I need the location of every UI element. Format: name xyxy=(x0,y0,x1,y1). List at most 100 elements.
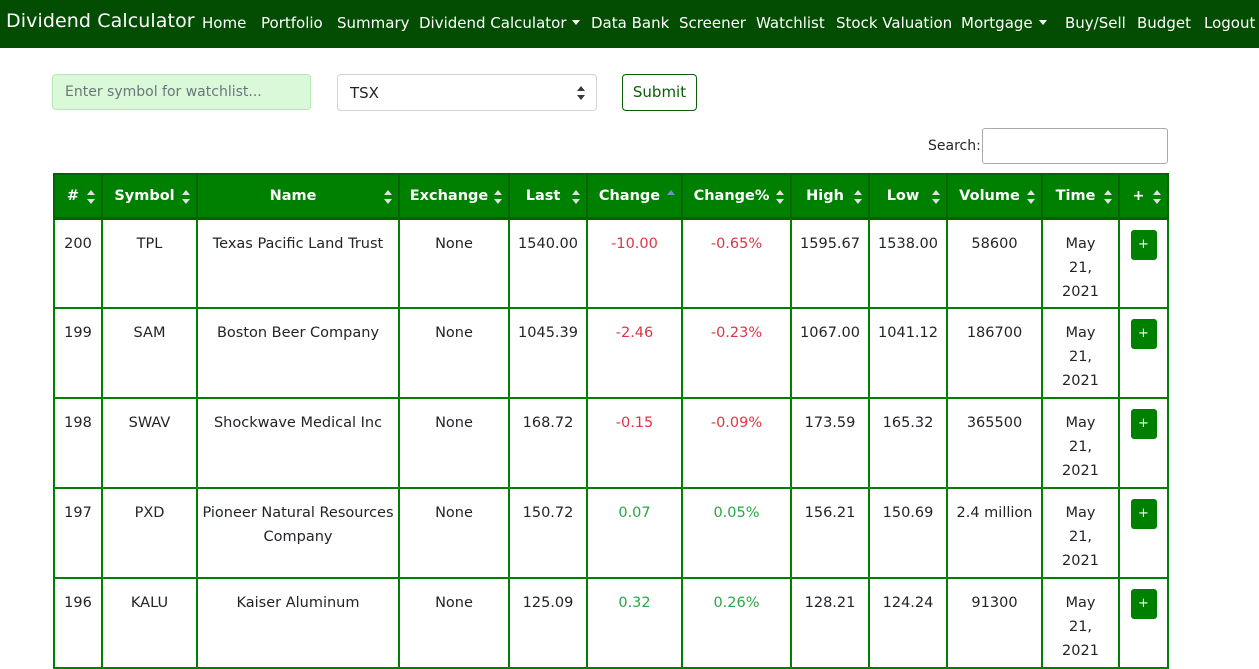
navbar-brand[interactable]: Dividend Calculator xyxy=(6,10,195,32)
cell-last: 150.72 xyxy=(508,487,588,579)
header-label: Volume xyxy=(959,187,1020,204)
header-label: High xyxy=(806,187,844,204)
header-label: Symbol xyxy=(114,187,175,204)
nav-screener[interactable]: Screener xyxy=(679,14,746,32)
add-button[interactable]: + xyxy=(1130,319,1157,349)
column-header-last[interactable]: Last xyxy=(508,173,588,220)
table-header-row: # Symbol Name Exchange Last Change Chang… xyxy=(53,173,1169,220)
add-button[interactable]: + xyxy=(1130,499,1157,529)
sort-icon xyxy=(1104,190,1112,204)
time-day: 21, xyxy=(1068,619,1093,635)
nav-dividend-calculator-dropdown[interactable]: Dividend Calculator xyxy=(419,14,581,32)
cell-low: 1041.12 xyxy=(868,307,948,399)
nav-stock-valuation[interactable]: Stock Valuation xyxy=(836,14,952,32)
header-label: Change% xyxy=(693,187,770,204)
sort-icon xyxy=(87,190,95,204)
column-header-number[interactable]: # xyxy=(53,173,103,220)
cell-change-pct: -0.23% xyxy=(681,307,792,399)
column-header-low[interactable]: Low xyxy=(868,173,948,220)
table-search-input[interactable] xyxy=(982,128,1168,164)
cell-number: 196 xyxy=(53,577,103,669)
cell-low: 124.24 xyxy=(868,577,948,669)
add-button[interactable]: + xyxy=(1130,589,1157,619)
cell-name: Pioneer Natural Resources Company xyxy=(196,487,400,579)
cell-change: -2.46 xyxy=(586,307,683,399)
nav-home[interactable]: Home xyxy=(202,14,246,32)
nav-budget[interactable]: Budget xyxy=(1137,14,1191,32)
header-label: # xyxy=(66,187,80,204)
cell-volume: 58600 xyxy=(946,217,1043,309)
add-button[interactable]: + xyxy=(1130,229,1157,260)
time-day: 21, xyxy=(1068,439,1093,455)
submit-button[interactable]: Submit xyxy=(622,74,697,111)
column-header-time[interactable]: Time xyxy=(1041,173,1120,220)
time-month: May xyxy=(1065,595,1096,611)
cell-symbol: SAM xyxy=(101,307,198,399)
cell-time: May 21, 2021 xyxy=(1041,487,1120,579)
cell-time: May 21, 2021 xyxy=(1041,217,1120,309)
cell-high: 1595.67 xyxy=(790,217,870,309)
cell-name: Texas Pacific Land Trust xyxy=(196,217,400,309)
cell-name: Shockwave Medical Inc xyxy=(196,397,400,489)
time-year: 2021 xyxy=(1062,643,1099,659)
header-label: + xyxy=(1132,187,1145,204)
cell-add: + xyxy=(1118,217,1169,309)
time-month: May xyxy=(1065,415,1096,431)
nav-watchlist[interactable]: Watchlist xyxy=(756,14,825,32)
column-header-change-pct[interactable]: Change% xyxy=(681,173,792,220)
nav-portfolio[interactable]: Portfolio xyxy=(261,14,323,32)
cell-name: Kaiser Aluminum xyxy=(196,577,400,669)
cell-last: 168.72 xyxy=(508,397,588,489)
add-button[interactable]: + xyxy=(1130,409,1157,439)
column-header-symbol[interactable]: Symbol xyxy=(101,173,198,220)
cell-symbol: TPL xyxy=(101,217,198,309)
sort-icon xyxy=(182,190,190,204)
nav-mortgage-dropdown[interactable]: Mortgage xyxy=(961,14,1047,32)
cell-add: + xyxy=(1118,577,1169,669)
cell-volume: 2.4 million xyxy=(946,487,1043,579)
select-arrows-icon xyxy=(577,86,585,100)
cell-symbol: SWAV xyxy=(101,397,198,489)
column-header-change[interactable]: Change xyxy=(586,173,683,220)
time-year: 2021 xyxy=(1062,553,1099,569)
cell-volume: 91300 xyxy=(946,577,1043,669)
nav-logout[interactable]: Logout xyxy=(1204,14,1255,32)
cell-change: -10.00 xyxy=(586,217,683,309)
column-header-name[interactable]: Name xyxy=(196,173,400,220)
nav-data-bank[interactable]: Data Bank xyxy=(591,14,669,32)
cell-symbol: KALU xyxy=(101,577,198,669)
cell-name: Boston Beer Company xyxy=(196,307,400,399)
cell-low: 1538.00 xyxy=(868,217,948,309)
header-label: Name xyxy=(269,187,317,204)
cell-low: 150.69 xyxy=(868,487,948,579)
cell-number: 199 xyxy=(53,307,103,399)
cell-add: + xyxy=(1118,397,1169,489)
watchlist-symbol-input[interactable] xyxy=(52,74,311,110)
caret-down-icon xyxy=(572,20,581,25)
column-header-exchange[interactable]: Exchange xyxy=(398,173,510,220)
sort-ascending-icon xyxy=(667,190,675,195)
cell-add: + xyxy=(1118,487,1169,579)
nav-buy-sell[interactable]: Buy/Sell xyxy=(1065,14,1126,32)
column-header-add[interactable]: + xyxy=(1118,173,1169,220)
cell-number: 197 xyxy=(53,487,103,579)
nav-summary[interactable]: Summary xyxy=(337,14,410,32)
cell-time: May 21, 2021 xyxy=(1041,577,1120,669)
header-label: Time xyxy=(1055,187,1096,204)
sort-icon xyxy=(932,190,940,204)
time-year: 2021 xyxy=(1062,463,1099,479)
cell-volume: 186700 xyxy=(946,307,1043,399)
cell-symbol: PXD xyxy=(101,487,198,579)
nav-dividend-calculator-label: Dividend Calculator xyxy=(419,14,567,32)
table-row: 198 SWAV Shockwave Medical Inc None 168.… xyxy=(53,397,1169,489)
cell-volume: 365500 xyxy=(946,397,1043,489)
exchange-selected-value: TSX xyxy=(350,84,379,102)
header-label: Low xyxy=(886,187,920,204)
time-year: 2021 xyxy=(1062,373,1099,389)
header-label: Exchange xyxy=(409,187,489,204)
exchange-select[interactable]: TSX xyxy=(337,74,597,111)
table-row: 200 TPL Texas Pacific Land Trust None 15… xyxy=(53,217,1169,309)
column-header-high[interactable]: High xyxy=(790,173,870,220)
cell-last: 1045.39 xyxy=(508,307,588,399)
column-header-volume[interactable]: Volume xyxy=(946,173,1043,220)
